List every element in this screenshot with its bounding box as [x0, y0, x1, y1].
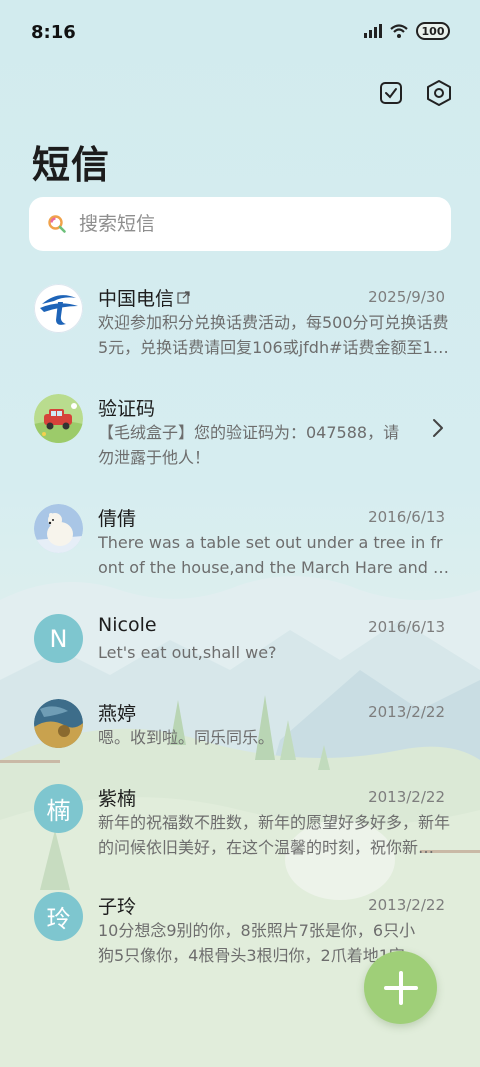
conversation-item[interactable]: 倩倩 2016/6/13 There was a table set out u… [0, 488, 480, 588]
conversation-preview: 新年的祝福数不胜数，新年的愿望好多好多，新年的问候依旧美好，在这个温馨的时刻，祝… [98, 813, 450, 857]
conversation-date: 2016/6/13 [368, 618, 445, 636]
conversation-name: 中国电信 [98, 284, 190, 311]
status-time: 8:16 [31, 22, 76, 43]
conversation-date: 2013/2/22 [368, 703, 445, 721]
status-icons: 100 [364, 22, 450, 40]
new-message-button[interactable] [364, 951, 437, 1024]
red-car-avatar [34, 394, 83, 443]
conversation-preview: There was a table set out under a tree i… [98, 533, 450, 577]
search-input[interactable] [79, 213, 409, 235]
conversation-name: 验证码 [98, 398, 156, 420]
conversation-date: 2025/9/30 [368, 288, 445, 306]
letter-avatar: N [34, 614, 83, 663]
chevron-right-icon[interactable] [432, 418, 444, 438]
page-title: 短信 [32, 143, 111, 187]
conversation-name: 子玲 [98, 896, 137, 918]
painting-avatar [34, 699, 83, 748]
letter-avatar: 楠 [34, 784, 83, 833]
search-icon [48, 215, 66, 233]
conversation-item[interactable]: 验证码 【毛绒盒子】您的验证码为：047588，请勿泄露于他人！ [0, 378, 480, 478]
conversation-name: 倩倩 [98, 508, 137, 530]
conversation-date: 2013/2/22 [368, 896, 445, 914]
conversation-preview: 欢迎参加积分兑换话费活动，每500分可兑换话费5元，兑换话费请回复106或jfd… [98, 313, 449, 357]
status-bar: 8:16 100 [0, 0, 480, 66]
check-square-icon [380, 82, 402, 104]
conversation-preview: 【毛绒盒子】您的验证码为：047588，请勿泄露于他人！ [98, 423, 400, 467]
conversation-date: 2013/2/22 [368, 788, 445, 806]
settings-button[interactable] [426, 78, 452, 108]
conversation-item[interactable]: 中国电信 2025/9/30 欢迎参加积分兑换话费活动，每500分可兑换话费5元… [0, 268, 480, 368]
plus-icon [383, 970, 418, 1005]
polar-bear-avatar [34, 504, 83, 553]
conversation-name: 燕婷 [98, 703, 137, 725]
conversation-preview: Let's eat out,shall we? [98, 643, 277, 662]
conversation-name: 紫楠 [98, 788, 137, 810]
wifi-icon [390, 24, 408, 38]
settings-hexagon-icon [427, 80, 451, 106]
conversation-date: 2016/6/13 [368, 508, 445, 526]
external-link-icon [177, 291, 190, 304]
header-actions [378, 78, 452, 108]
signal-icon [364, 24, 382, 38]
letter-avatar: 玲 [34, 892, 83, 941]
battery-icon: 100 [416, 22, 450, 40]
conversation-name: Nicole [98, 614, 157, 636]
china-telecom-logo [34, 284, 83, 333]
search-bar[interactable] [29, 197, 451, 251]
select-button[interactable] [378, 78, 404, 108]
battery-level: 100 [421, 24, 445, 38]
conversation-preview: 嗯。收到啦。同乐同乐。 [98, 728, 275, 747]
conversation-item[interactable]: 楠 紫楠 2013/2/22 新年的祝福数不胜数，新年的愿望好多好多，新年的问候… [0, 768, 480, 868]
